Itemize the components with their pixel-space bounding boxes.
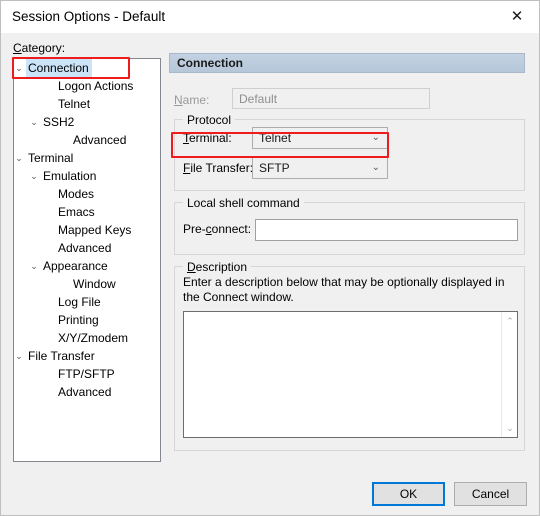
tree-item-logon-actions[interactable]: Logon Actions [14, 77, 160, 95]
chevron-down-icon[interactable]: ⌄ [27, 113, 41, 131]
close-icon: ✕ [510, 8, 524, 25]
tree-item-label: Logon Actions [58, 79, 134, 93]
pane-header: Connection [169, 53, 525, 73]
chevron-down-icon[interactable]: ⌄ [27, 167, 41, 185]
cancel-button-label: Cancel [471, 487, 510, 501]
chevron-down-icon[interactable]: ⌄ [14, 59, 26, 77]
protocol-group: Protocol Terminal: Telnet ⌄ File Transfe… [174, 113, 525, 191]
description-title-rest: escription [195, 260, 248, 274]
tree-item-log-file[interactable]: Log File [14, 293, 160, 311]
tree-item-label: SSH2 [43, 115, 75, 129]
description-textarea[interactable]: ⌃ ⌄ [183, 311, 518, 438]
tree-item-advanced[interactable]: Advanced [14, 383, 160, 401]
chevron-down-icon: ⌄ [371, 162, 380, 173]
session-options-dialog: Session Options - Default ✕ Category: ⌄ C… [0, 0, 540, 516]
chevron-up-icon[interactable]: ⌃ [502, 313, 518, 329]
tree-item-terminal[interactable]: ⌄ Terminal [14, 149, 160, 167]
terminal-dropdown[interactable]: Telnet ⌄ [252, 127, 388, 149]
chevron-down-icon[interactable]: ⌄ [502, 420, 518, 436]
tree-item-label: Terminal [28, 151, 74, 165]
description-title-accel: D [187, 260, 196, 274]
preconnect-input[interactable] [255, 219, 518, 241]
category-label: Category: [13, 41, 65, 55]
tree-item-label: File Transfer [28, 349, 95, 363]
category-label-accel: C [13, 41, 22, 55]
tree-item-label: Printing [58, 313, 99, 327]
tree-item-label: Appearance [43, 259, 108, 273]
tree-item-label: Mapped Keys [58, 223, 132, 237]
description-help-text: Enter a description below that may be op… [183, 275, 505, 304]
tree-item-label: Connection [26, 59, 92, 77]
category-tree[interactable]: ⌄ Connection Logon Actions Telnet ⌄ SSH2 Advan… [13, 58, 161, 462]
chevron-down-icon[interactable]: ⌄ [27, 257, 41, 275]
tree-item-advanced[interactable]: Advanced [14, 239, 160, 257]
tree-item-label: Advanced [73, 133, 127, 147]
preconnect-label-pre: Pre- [183, 222, 206, 236]
tree-item-label: Emulation [43, 169, 97, 183]
pane-header-title: Connection [177, 56, 243, 70]
ok-button-label: OK [399, 487, 418, 501]
chevron-down-icon[interactable]: ⌄ [14, 347, 26, 365]
tree-item-file-transfer[interactable]: ⌄ File Transfer [14, 347, 160, 365]
tree-item-label: Modes [58, 187, 95, 201]
tree-item-appearance[interactable]: ⌄ Appearance [14, 257, 160, 275]
tree-item-emulation[interactable]: ⌄ Emulation [14, 167, 160, 185]
settings-pane: Connection Name: Default Protocol Termin… [169, 53, 529, 462]
title-bar: Session Options - Default ✕ [1, 1, 539, 33]
tree-item-advanced[interactable]: Advanced [14, 131, 160, 149]
local-shell-group-title: Local shell command [183, 196, 304, 210]
close-button[interactable]: ✕ [495, 1, 539, 32]
description-group: Description Enter a description below th… [174, 260, 525, 451]
tree-item-connection[interactable]: ⌄ Connection [14, 59, 160, 77]
protocol-group-title: Protocol [183, 113, 236, 127]
tree-item-x-y-zmodem[interactable]: X/Y/Zmodem [14, 329, 160, 347]
terminal-dropdown-value: Telnet [259, 131, 292, 145]
tree-item-window[interactable]: Window [14, 275, 160, 293]
tree-item-label: FTP/SFTP [58, 367, 115, 381]
tree-item-label: Telnet [58, 97, 91, 111]
ok-button[interactable]: OK [372, 482, 445, 506]
window-title: Session Options - Default [12, 9, 166, 24]
name-label-rest: ame: [182, 93, 210, 107]
category-label-rest: ategory: [21, 41, 66, 55]
file-transfer-dropdown-value: SFTP [259, 161, 290, 175]
tree-item-printing[interactable]: Printing [14, 311, 160, 329]
tree-item-emacs[interactable]: Emacs [14, 203, 160, 221]
preconnect-label: Pre-connect: [183, 222, 251, 236]
tree-item-label: Advanced [58, 385, 112, 399]
name-field: Default [232, 88, 430, 109]
tree-item-label: Advanced [58, 241, 112, 255]
file-transfer-dropdown[interactable]: SFTP ⌄ [252, 157, 388, 179]
tree-item-telnet[interactable]: Telnet [14, 95, 160, 113]
chevron-down-icon: ⌄ [371, 132, 380, 143]
local-shell-group: Local shell command Pre-connect: [174, 196, 525, 255]
file-transfer-label: File Transfer: [183, 161, 253, 175]
tree-item-label: Emacs [58, 205, 95, 219]
tree-item-mapped-keys[interactable]: Mapped Keys [14, 221, 160, 239]
terminal-label-rest: erminal: [189, 131, 232, 145]
tree-item-label: X/Y/Zmodem [58, 331, 129, 345]
tree-item-label: Window [73, 277, 116, 291]
tree-item-label: Log File [58, 295, 101, 309]
chevron-down-icon[interactable]: ⌄ [14, 149, 26, 167]
preconnect-label-rest: onnect: [211, 222, 252, 236]
tree-item-modes[interactable]: Modes [14, 185, 160, 203]
tree-item-ftp-sftp[interactable]: FTP/SFTP [14, 365, 160, 383]
description-group-title: Description [183, 260, 252, 274]
description-scrollbar[interactable]: ⌃ ⌄ [501, 312, 517, 437]
name-label-accel: N [174, 93, 183, 107]
tree-item-ssh2[interactable]: ⌄ SSH2 [14, 113, 160, 131]
cancel-button[interactable]: Cancel [454, 482, 527, 506]
file-transfer-label-rest: ile Transfer: [190, 161, 254, 175]
name-label: Name: [174, 93, 209, 107]
terminal-label: Terminal: [183, 131, 232, 145]
